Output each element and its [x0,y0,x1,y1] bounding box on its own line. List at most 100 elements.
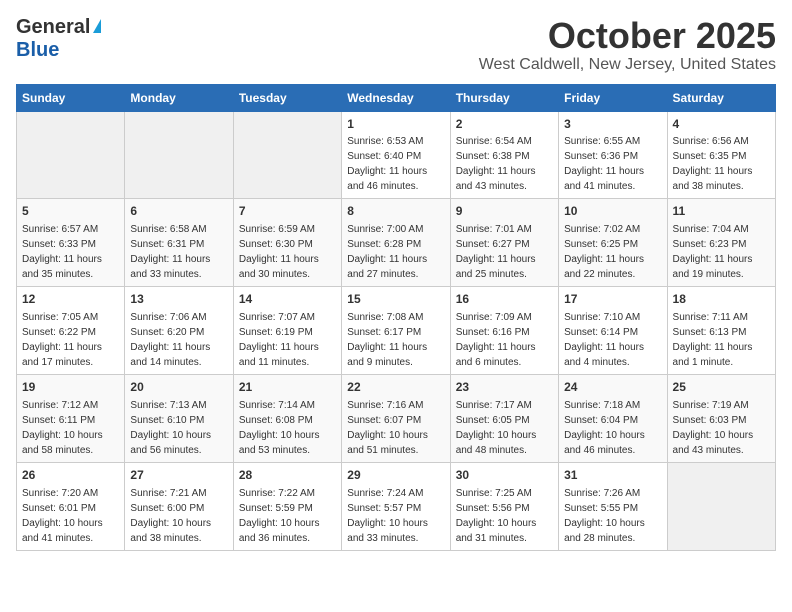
day-number: 31 [564,467,661,484]
day-info: Sunrise: 7:18 AM Sunset: 6:04 PM Dayligh… [564,400,645,456]
calendar-cell: 24 Sunrise: 7:18 AM Sunset: 6:04 PM Dayli… [559,374,667,462]
day-number: 10 [564,203,661,220]
day-info: Sunrise: 7:11 AM Sunset: 6:13 PM Dayligh… [673,312,753,368]
day-number: 29 [347,467,444,484]
month-title: October 2025 [479,16,776,56]
day-info: Sunrise: 7:08 AM Sunset: 6:17 PM Dayligh… [347,312,427,368]
calendar-cell: 6 Sunrise: 6:58 AM Sunset: 6:31 PM Daylig… [125,199,233,287]
calendar-week-3: 12 Sunrise: 7:05 AM Sunset: 6:22 PM Dayli… [17,287,776,375]
calendar-cell [667,462,775,550]
day-info: Sunrise: 7:12 AM Sunset: 6:11 PM Dayligh… [22,400,103,456]
calendar-cell: 3Sunrise: 6:55 AM Sunset: 6:36 PM Daylig… [559,111,667,199]
calendar-cell: 7Sunrise: 6:59 AM Sunset: 6:30 PM Daylig… [233,199,341,287]
day-info: Sunrise: 7:09 AM Sunset: 6:16 PM Dayligh… [456,312,536,368]
day-info: Sunrise: 7:02 AM Sunset: 6:25 PM Dayligh… [564,224,644,280]
weekday-header-wednesday: Wednesday [342,84,450,111]
day-number: 22 [347,379,444,396]
calendar-cell: 9 Sunrise: 7:01 AM Sunset: 6:27 PM Daylig… [450,199,558,287]
day-number: 21 [239,379,336,396]
calendar-cell: 4 Sunrise: 6:56 AM Sunset: 6:35 PM Daylig… [667,111,775,199]
calendar-cell: 14Sunrise: 7:07 AM Sunset: 6:19 PM Dayli… [233,287,341,375]
day-info: Sunrise: 7:10 AM Sunset: 6:14 PM Dayligh… [564,312,644,368]
day-number: 5 [22,203,119,220]
day-info: Sunrise: 7:17 AM Sunset: 6:05 PM Dayligh… [456,400,537,456]
calendar-cell [233,111,341,199]
calendar-table: SundayMondayTuesdayWednesdayThursdayFrid… [16,84,776,551]
day-number: 28 [239,467,336,484]
day-info: Sunrise: 6:54 AM Sunset: 6:38 PM Dayligh… [456,136,536,192]
logo-triangle [93,19,101,33]
day-info: Sunrise: 7:24 AM Sunset: 5:57 PM Dayligh… [347,488,428,544]
day-number: 3 [564,116,661,133]
calendar-cell: 20 Sunrise: 7:13 AM Sunset: 6:10 PM Dayli… [125,374,233,462]
weekday-header-friday: Friday [559,84,667,111]
day-info: Sunrise: 7:04 AM Sunset: 6:23 PM Dayligh… [673,224,753,280]
calendar-cell: 18Sunrise: 7:11 AM Sunset: 6:13 PM Dayli… [667,287,775,375]
calendar-cell: 29 Sunrise: 7:24 AM Sunset: 5:57 PM Dayli… [342,462,450,550]
day-number: 26 [22,467,119,484]
location-title: West Caldwell, New Jersey, United States [479,56,776,74]
calendar-cell: 5Sunrise: 6:57 AM Sunset: 6:33 PM Daylig… [17,199,125,287]
weekday-header-row: SundayMondayTuesdayWednesdayThursdayFrid… [17,84,776,111]
day-number: 13 [130,291,227,308]
day-number: 20 [130,379,227,396]
calendar-cell: 31Sunrise: 7:26 AM Sunset: 5:55 PM Dayli… [559,462,667,550]
calendar-cell: 12 Sunrise: 7:05 AM Sunset: 6:22 PM Dayli… [17,287,125,375]
day-info: Sunrise: 7:14 AM Sunset: 6:08 PM Dayligh… [239,400,320,456]
day-info: Sunrise: 7:16 AM Sunset: 6:07 PM Dayligh… [347,400,428,456]
day-info: Sunrise: 7:25 AM Sunset: 5:56 PM Dayligh… [456,488,537,544]
weekday-header-thursday: Thursday [450,84,558,111]
logo-blue: Blue [16,39,59,62]
calendar-week-4: 19 Sunrise: 7:12 AM Sunset: 6:11 PM Dayli… [17,374,776,462]
day-info: Sunrise: 7:07 AM Sunset: 6:19 PM Dayligh… [239,312,319,368]
calendar-cell: 30 Sunrise: 7:25 AM Sunset: 5:56 PM Dayli… [450,462,558,550]
day-number: 24 [564,379,661,396]
calendar-cell: 8 Sunrise: 7:00 AM Sunset: 6:28 PM Daylig… [342,199,450,287]
weekday-header-tuesday: Tuesday [233,84,341,111]
logo-general: General [16,16,90,39]
calendar-cell [125,111,233,199]
day-info: Sunrise: 6:58 AM Sunset: 6:31 PM Dayligh… [130,224,210,280]
day-info: Sunrise: 7:01 AM Sunset: 6:27 PM Dayligh… [456,224,536,280]
day-number: 8 [347,203,444,220]
calendar-cell: 22 Sunrise: 7:16 AM Sunset: 6:07 PM Dayli… [342,374,450,462]
calendar-cell: 2 Sunrise: 6:54 AM Sunset: 6:38 PM Daylig… [450,111,558,199]
logo: General Blue [16,16,101,62]
day-number: 12 [22,291,119,308]
calendar-cell: 28 Sunrise: 7:22 AM Sunset: 5:59 PM Dayli… [233,462,341,550]
day-info: Sunrise: 7:05 AM Sunset: 6:22 PM Dayligh… [22,312,102,368]
day-info: Sunrise: 7:06 AM Sunset: 6:20 PM Dayligh… [130,312,210,368]
day-info: Sunrise: 7:20 AM Sunset: 6:01 PM Dayligh… [22,488,103,544]
calendar-cell: 10 Sunrise: 7:02 AM Sunset: 6:25 PM Dayli… [559,199,667,287]
weekday-header-sunday: Sunday [17,84,125,111]
day-number: 19 [22,379,119,396]
day-info: Sunrise: 7:19 AM Sunset: 6:03 PM Dayligh… [673,400,754,456]
weekday-header-monday: Monday [125,84,233,111]
day-info: Sunrise: 7:00 AM Sunset: 6:28 PM Dayligh… [347,224,427,280]
day-number: 27 [130,467,227,484]
day-info: Sunrise: 7:22 AM Sunset: 5:59 PM Dayligh… [239,488,320,544]
calendar-cell: 26 Sunrise: 7:20 AM Sunset: 6:01 PM Dayli… [17,462,125,550]
calendar-cell: 23 Sunrise: 7:17 AM Sunset: 6:05 PM Dayli… [450,374,558,462]
title-area: October 2025 West Caldwell, New Jersey, … [479,16,776,74]
day-info: Sunrise: 7:13 AM Sunset: 6:10 PM Dayligh… [130,400,211,456]
page-header: General Blue October 2025 West Caldwell,… [16,16,776,74]
day-number: 2 [456,116,553,133]
day-number: 4 [673,116,770,133]
day-info: Sunrise: 6:56 AM Sunset: 6:35 PM Dayligh… [673,136,753,192]
calendar-cell: 17 Sunrise: 7:10 AM Sunset: 6:14 PM Dayli… [559,287,667,375]
calendar-cell: 19 Sunrise: 7:12 AM Sunset: 6:11 PM Dayli… [17,374,125,462]
day-number: 30 [456,467,553,484]
day-number: 1 [347,116,444,133]
day-number: 25 [673,379,770,396]
day-number: 9 [456,203,553,220]
calendar-cell: 25 Sunrise: 7:19 AM Sunset: 6:03 PM Dayli… [667,374,775,462]
calendar-cell: 11Sunrise: 7:04 AM Sunset: 6:23 PM Dayli… [667,199,775,287]
day-number: 16 [456,291,553,308]
calendar-cell [17,111,125,199]
calendar-cell: 1Sunrise: 6:53 AM Sunset: 6:40 PM Daylig… [342,111,450,199]
day-info: Sunrise: 6:59 AM Sunset: 6:30 PM Dayligh… [239,224,319,280]
day-number: 23 [456,379,553,396]
day-number: 17 [564,291,661,308]
day-number: 6 [130,203,227,220]
